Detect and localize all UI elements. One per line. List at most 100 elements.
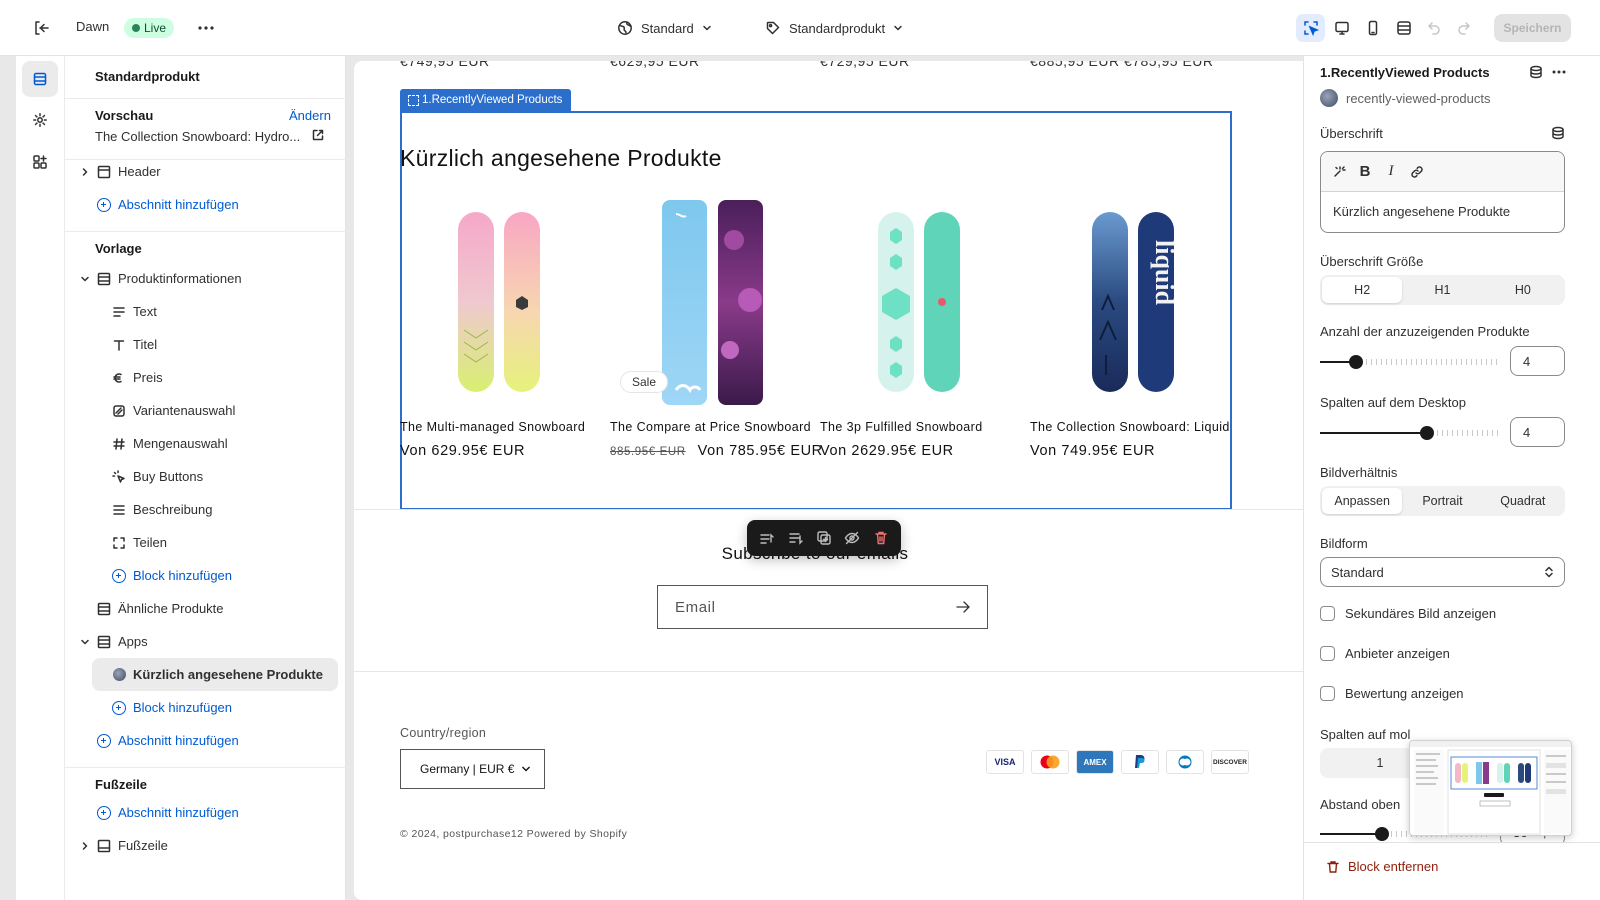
product-card[interactable]: The 3p Fulfilled Snowboard Von 2629.95€ … [820,200,1020,459]
secondary-image-checkbox[interactable]: Sekundäres Bild anzeigen [1320,606,1496,621]
sidebar-item-similar-products[interactable]: Ähnliche Produkte [97,592,224,625]
save-button[interactable]: Speichern [1494,14,1571,42]
duplicate-icon[interactable] [813,527,835,549]
add-block-button[interactable]: Block hinzufügen [112,559,232,592]
arrow-right-icon[interactable] [956,601,970,613]
sidebar-block-price[interactable]: Preis [112,361,163,394]
desktop-view-icon[interactable] [1327,14,1356,42]
snowboard-image[interactable] [820,200,1020,405]
hide-icon[interactable] [841,527,863,549]
inspector-icon[interactable] [1296,14,1325,42]
sidebar-block-quantity[interactable]: Mengenauswahl [112,427,228,460]
move-up-icon[interactable] [756,527,778,549]
remove-block-label: Block entfernen [1348,859,1439,874]
template-select[interactable]: Standard [617,17,712,39]
product-count-slider[interactable] [1320,355,1498,369]
editor-toolbar: B I [1321,152,1564,192]
product-card[interactable]: Sale The Compare at Price Snowboard 885.… [610,200,822,459]
mobile-view-icon[interactable] [1358,14,1387,42]
slider-thumb[interactable] [1349,355,1363,369]
exit-icon[interactable] [30,17,52,39]
desktop-columns-slider[interactable] [1320,426,1498,440]
sidebar-block-recently-viewed[interactable]: Kürzlich angesehene Produkte [92,658,338,691]
database-icon[interactable] [1551,126,1565,140]
move-down-icon[interactable] [785,527,807,549]
remove-block-button[interactable]: Block entfernen [1326,859,1438,874]
snowboard-image[interactable]: liquid [1030,200,1230,405]
sidebar-item-header[interactable]: Header [79,155,161,188]
more-icon[interactable] [194,16,218,40]
hash-icon [112,437,126,451]
snowboard-image[interactable]: Sale [610,200,810,405]
settings-icon[interactable] [22,102,58,138]
sidebar-item-apps[interactable]: Apps [79,625,148,658]
rating-checkbox[interactable]: Bewertung anzeigen [1320,686,1464,701]
sidebar-block-description[interactable]: Beschreibung [112,493,213,526]
redo-icon[interactable] [1454,18,1474,38]
sidebar-item-label: Buy Buttons [133,469,204,484]
add-section-button[interactable]: Abschnitt hinzufügen [97,188,239,221]
selected-section-tag[interactable]: 1.RecentlyViewed Products [400,89,572,111]
change-preview-link[interactable]: Ändern [289,108,331,123]
italic-icon[interactable]: I [1381,162,1401,182]
diners-icon [1166,750,1204,774]
external-link-icon[interactable] [311,128,325,142]
mastercard-icon [1031,750,1069,774]
magic-icon[interactable] [1329,162,1349,182]
undo-icon[interactable] [1424,18,1444,38]
product-card[interactable]: liquid The Collection Snowboard: Liquid … [1030,200,1230,459]
chevron-down-icon [521,765,531,773]
delete-icon[interactable] [870,527,892,549]
ratio-adapt[interactable]: Anpassen [1322,488,1403,514]
app-icon [1320,89,1338,107]
slider-thumb[interactable] [1420,426,1434,440]
snowboard-image[interactable] [400,200,600,405]
heading-size-h1[interactable]: H1 [1402,277,1482,303]
product-select[interactable]: Standardprodukt [765,17,903,39]
sidebar-item-footer[interactable]: Fußzeile [79,829,168,862]
product-title[interactable]: The 3p Fulfilled Snowboard [820,420,1020,434]
bold-icon[interactable]: B [1355,162,1375,182]
trash-icon [1326,860,1340,874]
checkbox[interactable] [1320,686,1335,701]
sidebar-block-text[interactable]: Text [112,295,157,328]
checkbox[interactable] [1320,646,1335,661]
heading-size-h0[interactable]: H0 [1483,277,1563,303]
desktop-columns-input[interactable]: 4 [1510,417,1565,447]
heading-size-h2[interactable]: H2 [1322,277,1403,303]
vendor-checkbox[interactable]: Anbieter anzeigen [1320,646,1450,661]
product-title[interactable]: The Compare at Price Snowboard [610,420,811,434]
sidebar-block-share[interactable]: Teilen [112,526,167,559]
checkbox[interactable] [1320,606,1335,621]
product-count-input[interactable]: 4 [1510,346,1565,376]
product-title[interactable]: The Collection Snowboard: Liquid [1030,420,1230,434]
preview-minimap[interactable] [1409,740,1572,836]
image-shape-select[interactable]: Standard [1320,557,1565,587]
ratio-square[interactable]: Quadrat [1483,488,1563,514]
country-select[interactable]: Germany | EUR € [400,749,545,789]
sidebar-block-buy-buttons[interactable]: Buy Buttons [112,460,203,493]
more-icon[interactable] [1551,64,1567,80]
slider-thumb[interactable] [1375,827,1389,841]
heading-text-value[interactable]: Kürzlich angesehene Produkte [1321,192,1564,231]
sidebar-block-title[interactable]: Titel [112,328,157,361]
section-icon [97,635,111,649]
sidebar-item-label: Header [118,164,161,179]
product-title[interactable]: The Multi-managed Snowboard [400,420,600,434]
add-block-button[interactable]: Block hinzufügen [112,691,232,724]
add-section-button[interactable]: Abschnitt hinzufügen [97,796,239,829]
price-value: Von 749.95€ EUR [1030,443,1156,459]
ratio-portrait[interactable]: Portrait [1402,488,1482,514]
sidebar-block-variant-picker[interactable]: Variantenauswahl [112,394,235,427]
apps-icon[interactable] [22,144,58,180]
add-section-button[interactable]: Abschnitt hinzufügen [97,724,239,757]
product-card[interactable]: The Multi-managed Snowboard Von 629.95€ … [400,200,600,459]
sections-icon[interactable] [22,61,58,97]
slider-track [1320,432,1427,434]
fullscreen-icon[interactable] [1389,14,1418,42]
email-input[interactable]: Email [657,585,988,629]
database-icon[interactable] [1529,65,1543,79]
sidebar-item-product-info[interactable]: Produktinformationen [79,262,242,295]
link-icon[interactable] [1407,162,1427,182]
heading-rich-text-editor[interactable]: B I Kürzlich angesehene Produkte [1320,151,1565,233]
